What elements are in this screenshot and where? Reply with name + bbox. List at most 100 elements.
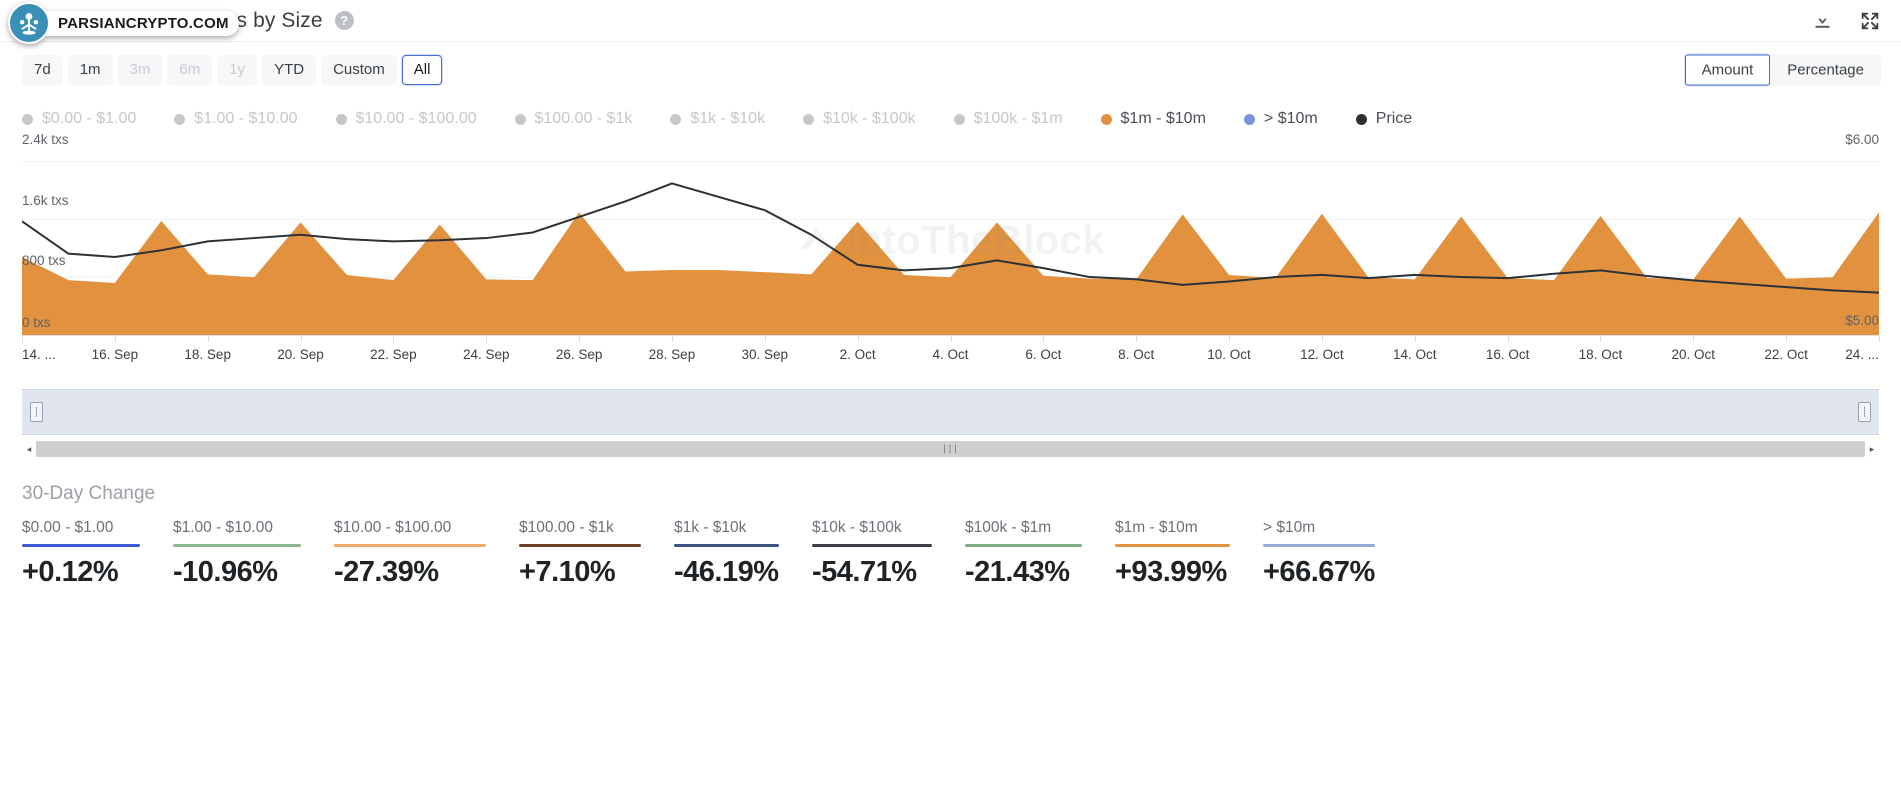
legend-item-4[interactable]: $1k - $10k: [670, 110, 765, 128]
x-axis-tick: [1600, 335, 1602, 342]
change-cell-8: > $10m +66.67%: [1263, 519, 1375, 589]
chart-navigator[interactable]: ┊ ┊: [22, 389, 1879, 435]
change-label: $1m - $10m: [1115, 519, 1198, 536]
unit-button-amount[interactable]: Amount: [1684, 54, 1771, 86]
area-series-1m-10m: [22, 212, 1879, 335]
change-value: +0.12%: [22, 556, 119, 588]
x-axis-label: 30. Sep: [741, 347, 789, 362]
x-axis-label: 4. Oct: [932, 347, 969, 362]
range-button-custom[interactable]: Custom: [321, 55, 397, 85]
navigator-right-handle[interactable]: ┊: [1858, 402, 1871, 422]
change-cell-7: $1m - $10m +93.99%: [1115, 519, 1230, 589]
range-button-ytd[interactable]: YTD: [262, 55, 317, 85]
range-button-6m: 6m: [167, 55, 213, 85]
change-color-bar: [22, 544, 140, 547]
x-axis-label: 24. Sep: [462, 347, 510, 362]
change-color-bar: [1115, 544, 1230, 547]
change-color-bar: [519, 544, 641, 547]
range-button-1m[interactable]: 1m: [67, 55, 113, 85]
x-axis-label: 8. Oct: [1118, 347, 1155, 362]
watermark-text: PARSIANCRYPTO.COM: [28, 10, 239, 36]
change-value: -27.39%: [334, 556, 439, 588]
x-axis-tick: [114, 335, 116, 342]
change-label: $1.00 - $10.00: [173, 519, 273, 536]
scrollbar-track[interactable]: ∣∣∣: [36, 441, 1865, 457]
range-button-3m: 3m: [117, 55, 163, 85]
change-color-bar: [674, 544, 779, 547]
change-cell-2: $10.00 - $100.00 -27.39%: [334, 519, 486, 589]
scrollbar-grip[interactable]: ∣∣∣: [942, 444, 959, 455]
change-label: > $10m: [1263, 519, 1316, 536]
change-color-bar: [173, 544, 301, 547]
x-axis-tick: [300, 335, 302, 342]
legend-label: $1m - $10m: [1120, 110, 1206, 127]
chart-plot-area[interactable]: IntoTheBlock 0 txs 800 txs 1.6k txs 2.4k…: [22, 132, 1879, 335]
x-axis-tick: [1136, 335, 1138, 342]
chart-canvas[interactable]: [22, 140, 1879, 335]
legend-item-2[interactable]: $10.00 - $100.00: [335, 110, 477, 128]
x-axis-label: 26. Sep: [555, 347, 603, 362]
site-watermark: PARSIANCRYPTO.COM: [8, 2, 239, 44]
legend-label: Price: [1375, 110, 1413, 127]
legend-dot-icon: [953, 113, 965, 125]
legend-dot-icon: [803, 113, 815, 125]
navigator-left-handle[interactable]: ┊: [30, 402, 43, 422]
legend-item-6[interactable]: $100k - $1m: [953, 110, 1063, 128]
change-label: $1k - $10k: [674, 519, 747, 536]
x-axis-label: 18. Sep: [184, 347, 231, 362]
x-axis-tick: [486, 335, 488, 342]
x-axis-label: 20. Oct: [1671, 347, 1716, 362]
change-cell-4: $1k - $10k -46.19%: [674, 519, 779, 589]
scroll-right-arrow[interactable]: ▸: [1865, 441, 1879, 457]
x-axis-tick: [1507, 335, 1509, 342]
legend-label: $0.00 - $1.00: [42, 110, 137, 127]
x-axis-label: 20. Sep: [277, 347, 324, 362]
legend-dot-icon: [670, 113, 682, 125]
x-axis-tick: [1693, 335, 1695, 342]
x-axis-label: 28. Sep: [648, 347, 696, 362]
x-axis-tick: [764, 335, 766, 342]
x-axis-label: 18. Oct: [1578, 347, 1623, 362]
x-axis-tick: [207, 335, 209, 342]
help-icon[interactable]: ?: [334, 11, 354, 30]
change-value: -46.19%: [674, 556, 779, 588]
legend-item-8[interactable]: > $10m: [1243, 110, 1318, 128]
change-value: -21.43%: [965, 556, 1070, 588]
change-color-bar: [812, 544, 932, 547]
legend-item-7[interactable]: $1m - $10m: [1100, 110, 1206, 128]
change-label: $0.00 - $1.00: [22, 519, 114, 536]
change-cell-1: $1.00 - $10.00 -10.96%: [173, 519, 301, 589]
legend-dot-icon: [22, 113, 33, 125]
x-axis-label: 14. ...: [22, 347, 56, 362]
legend-item-3[interactable]: $100.00 - $1k: [514, 110, 633, 128]
legend-item-5[interactable]: $10k - $100k: [803, 110, 916, 128]
chart-scrollbar[interactable]: ◂ ∣∣∣ ▸: [22, 441, 1879, 457]
x-axis-label: 22. Oct: [1764, 347, 1808, 362]
x-axis-label: 14. Oct: [1392, 347, 1437, 362]
change-row: $0.00 - $1.00 +0.12% $1.00 - $10.00 -10.96%…: [22, 519, 1879, 589]
download-icon[interactable]: [1812, 10, 1833, 31]
change-color-bar: [965, 544, 1082, 547]
unit-button-percentage[interactable]: Percentage: [1770, 54, 1881, 86]
legend-label: $1.00 - $10.00: [194, 110, 298, 127]
scroll-left-arrow[interactable]: ◂: [22, 441, 36, 457]
x-axis-tick: [393, 335, 395, 342]
x-axis-tick: [857, 335, 859, 342]
legend-item-9[interactable]: Price: [1355, 110, 1413, 128]
legend-item-0[interactable]: $0.00 - $1.00: [22, 110, 136, 128]
change-value: -10.96%: [173, 556, 278, 588]
legend-label: $100.00 - $1k: [534, 110, 633, 127]
range-button-all[interactable]: All: [401, 55, 443, 85]
legend-item-1[interactable]: $1.00 - $10.00: [174, 110, 298, 128]
x-axis-label: 16. Sep: [91, 347, 139, 362]
x-axis-tick: [1043, 335, 1045, 342]
expand-icon[interactable]: [1859, 10, 1881, 32]
header-actions: [1812, 10, 1881, 32]
x-axis-label: 6. Oct: [1025, 347, 1062, 362]
range-button-7d[interactable]: 7d: [22, 55, 63, 85]
change-section-title: 30-Day Change: [22, 483, 156, 504]
legend-dot-icon: [514, 113, 526, 125]
watermark-logo-icon: [8, 2, 50, 44]
legend-dot-icon: [1100, 113, 1112, 125]
change-value: +93.99%: [1115, 556, 1227, 588]
